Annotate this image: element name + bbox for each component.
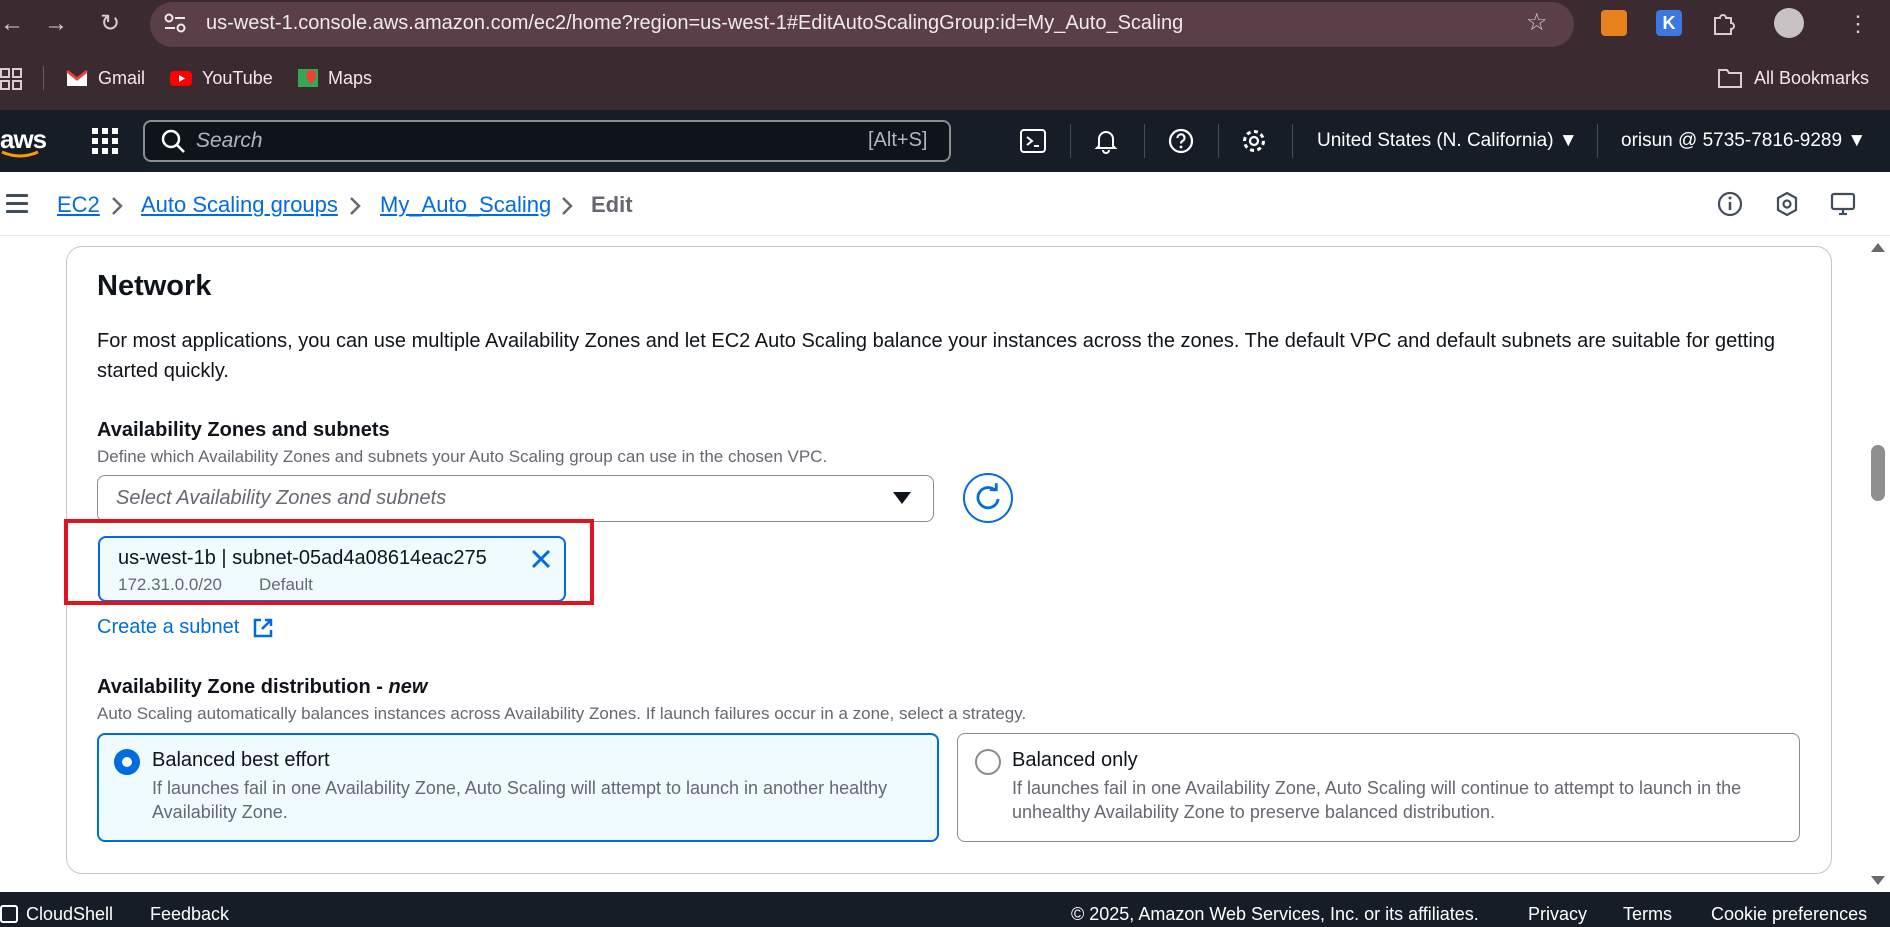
breadcrumb-ec2[interactable]: EC2 xyxy=(57,192,100,218)
page-scrollbar[interactable] xyxy=(1866,236,1890,890)
browser-menu-icon[interactable]: ⋮ xyxy=(1846,12,1870,36)
footer-privacy[interactable]: Privacy xyxy=(1528,904,1587,925)
side-nav-menu-icon[interactable] xyxy=(6,194,28,214)
header-divider xyxy=(1070,124,1071,158)
aws-smile-icon xyxy=(1,150,39,158)
extensions-puzzle-icon[interactable] xyxy=(1710,10,1736,36)
cloudshell-icon[interactable] xyxy=(1019,127,1047,155)
chevron-right-icon xyxy=(350,197,361,215)
header-divider xyxy=(1292,124,1293,158)
settings-gear-icon[interactable] xyxy=(1240,127,1268,155)
az-subnets-select-placeholder: Select Availability Zones and subnets xyxy=(116,487,447,509)
chevron-right-icon xyxy=(112,197,123,215)
bookmarks-bar xyxy=(0,58,1890,98)
site-info-icon[interactable] xyxy=(163,12,187,34)
section-title: Network xyxy=(97,270,212,302)
section-description: For most applications, you can use multi… xyxy=(97,330,1776,382)
amazon-q-icon[interactable] xyxy=(1773,190,1801,218)
search-icon xyxy=(161,129,185,153)
refresh-icon[interactable] xyxy=(963,473,1013,523)
option-balanced-only-description: If launches fail in one Availability Zon… xyxy=(1012,778,1742,822)
search-placeholder: Search xyxy=(196,129,263,152)
scrollbar-thumb[interactable] xyxy=(1871,445,1885,501)
caret-down-icon xyxy=(893,492,911,504)
notifications-bell-icon[interactable] xyxy=(1092,127,1120,155)
new-badge-text: new xyxy=(388,676,428,698)
info-icon[interactable] xyxy=(1716,190,1744,218)
help-icon[interactable] xyxy=(1167,127,1195,155)
forward-arrow-icon[interactable]: → xyxy=(44,12,68,36)
az-distribution-label-text: Availability Zone distribution - xyxy=(97,676,389,698)
url-text[interactable]: us-west-1.console.aws.amazon.com/ec2/hom… xyxy=(206,12,1183,35)
footer-cloudshell[interactable]: CloudShell xyxy=(26,904,113,925)
radio-balanced-best-effort[interactable] xyxy=(114,749,140,775)
bookmark-maps[interactable]: Maps xyxy=(328,68,372,89)
apps-grid-icon[interactable] xyxy=(0,68,22,90)
option-balanced-best-effort-title: Balanced best effort xyxy=(152,749,330,771)
services-menu-icon[interactable] xyxy=(92,128,118,154)
region-selector[interactable]: United States (N. California) ▼ xyxy=(1317,130,1578,152)
az-distribution-label: Availability Zone distribution - new xyxy=(97,676,427,699)
bookmark-star-icon[interactable]: ☆ xyxy=(1526,8,1548,37)
radio-balanced-only[interactable] xyxy=(975,749,1001,775)
annotation-highlight-box xyxy=(64,519,594,605)
account-menu[interactable]: orisun @ 5735-7816-9289 ▼ xyxy=(1621,130,1866,152)
all-bookmarks[interactable]: All Bookmarks xyxy=(1754,68,1869,89)
breadcrumb-auto-scaling-groups[interactable]: Auto Scaling groups xyxy=(141,192,338,218)
k-extension-icon[interactable]: K xyxy=(1656,10,1682,36)
bookmark-youtube[interactable]: YouTube xyxy=(202,68,273,89)
az-subnets-description: Define which Availability Zones and subn… xyxy=(97,447,828,466)
header-divider xyxy=(1597,124,1598,158)
feedback-monitor-icon[interactable] xyxy=(1830,190,1858,218)
breadcrumb-my-auto-scaling[interactable]: My_Auto_Scaling xyxy=(380,192,551,218)
cloudshell-footer-icon xyxy=(0,905,18,923)
header-divider xyxy=(1218,124,1219,158)
az-subnets-label: Availability Zones and subnets xyxy=(97,419,390,441)
az-distribution-description: Auto Scaling automatically balances inst… xyxy=(97,704,1027,723)
option-balanced-best-effort-description: If launches fail in one Availability Zon… xyxy=(152,778,888,822)
scroll-down-arrow-icon[interactable] xyxy=(1871,876,1885,885)
gmail-icon xyxy=(66,69,88,86)
maps-icon xyxy=(298,69,318,87)
create-subnet-link[interactable]: Create a subnet xyxy=(97,616,239,639)
metamask-extension-icon[interactable] xyxy=(1601,10,1627,36)
footer-terms[interactable]: Terms xyxy=(1623,904,1672,925)
chevron-right-icon xyxy=(562,197,573,215)
breadcrumb-current-page: Edit xyxy=(591,192,633,217)
external-link-icon xyxy=(253,618,273,638)
search-shortcut: [Alt+S] xyxy=(868,129,928,151)
console-footer xyxy=(0,892,1890,927)
bookmark-gmail[interactable]: Gmail xyxy=(98,68,145,89)
profile-avatar[interactable] xyxy=(1774,8,1804,38)
header-divider xyxy=(1144,124,1145,158)
footer-cookie-preferences[interactable]: Cookie preferences xyxy=(1711,904,1867,925)
reload-icon[interactable]: ↻ xyxy=(98,12,122,36)
search-input[interactable] xyxy=(143,120,951,162)
scroll-up-arrow-icon[interactable] xyxy=(1871,243,1885,252)
folder-icon xyxy=(1718,69,1742,88)
youtube-icon xyxy=(170,71,192,86)
option-balanced-only-title: Balanced only xyxy=(1012,749,1138,771)
footer-copyright: © 2025, Amazon Web Services, Inc. or its… xyxy=(1071,904,1479,924)
back-arrow-icon[interactable]: ← xyxy=(0,12,24,36)
footer-feedback[interactable]: Feedback xyxy=(150,904,229,925)
bookmarks-divider xyxy=(43,66,44,90)
